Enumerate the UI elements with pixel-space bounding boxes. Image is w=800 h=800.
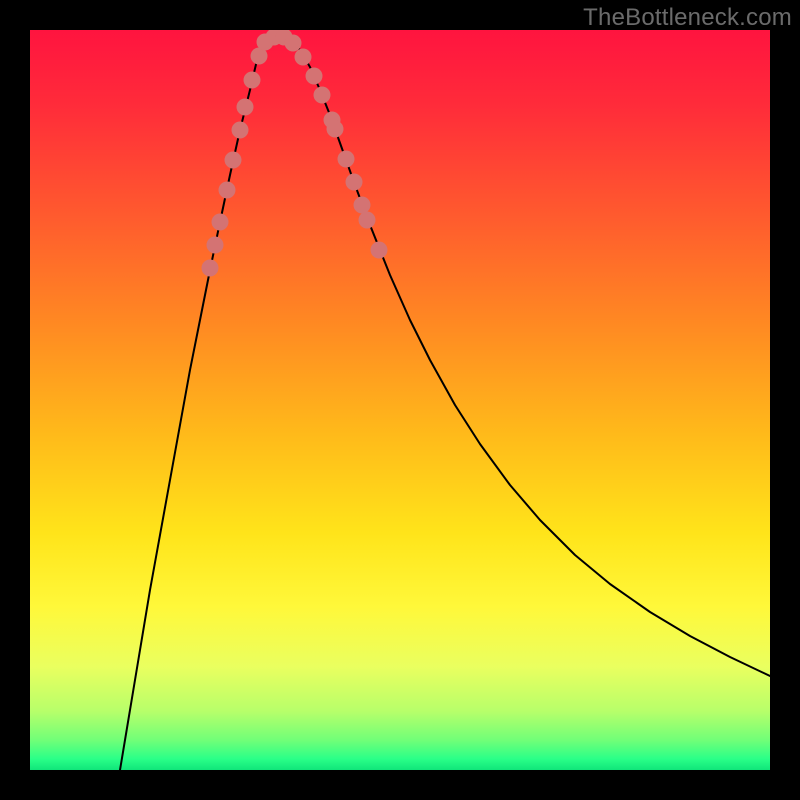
chart-frame: TheBottleneck.com — [0, 0, 800, 800]
marker-dot — [225, 152, 242, 169]
marker-dot — [295, 49, 312, 66]
marker-dot — [346, 174, 363, 191]
marker-dot — [285, 35, 302, 52]
marker-dot — [327, 121, 344, 138]
marker-dot — [212, 214, 229, 231]
marker-dot — [202, 260, 219, 277]
watermark-text: TheBottleneck.com — [583, 4, 792, 32]
marker-dot — [207, 237, 224, 254]
gradient-background — [30, 30, 770, 770]
marker-dot — [237, 99, 254, 116]
marker-dot — [371, 242, 388, 259]
marker-dot — [338, 151, 355, 168]
marker-dot — [232, 122, 249, 139]
plot-area — [30, 30, 770, 770]
marker-dot — [306, 68, 323, 85]
marker-dot — [359, 212, 376, 229]
chart-svg — [30, 30, 770, 770]
marker-dot — [314, 87, 331, 104]
marker-dot — [244, 72, 261, 89]
marker-dot — [219, 182, 236, 199]
marker-dot — [354, 197, 371, 214]
